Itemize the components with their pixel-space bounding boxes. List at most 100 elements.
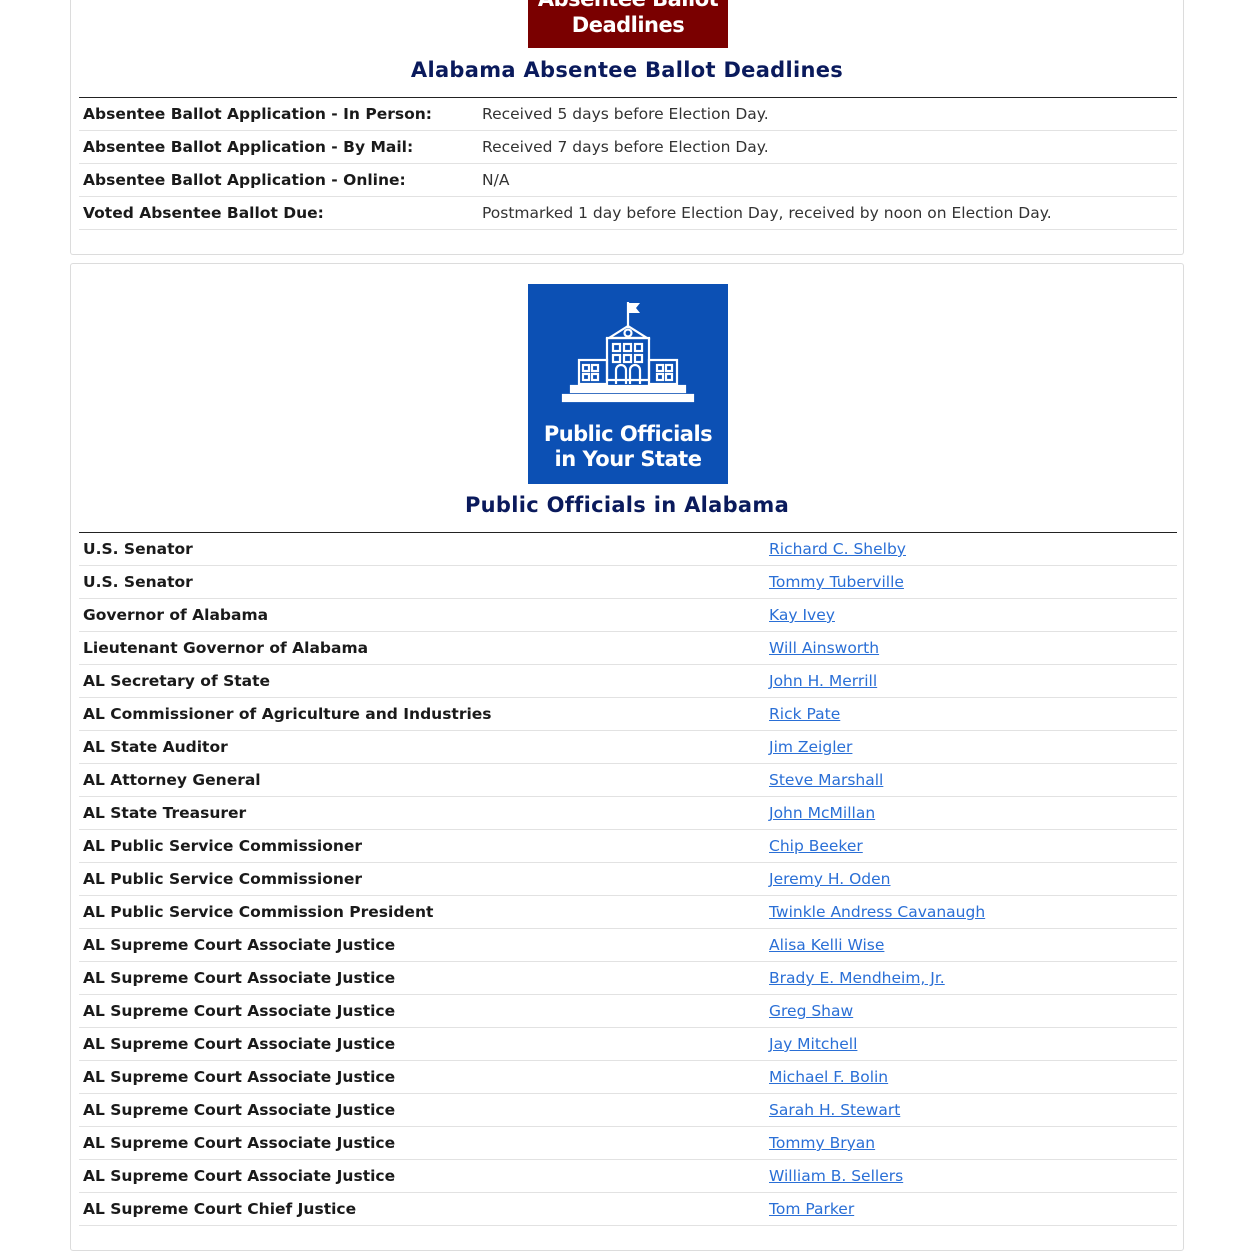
deadline-label: Absentee Ballot Application - By Mail:	[79, 130, 478, 164]
office-title: AL Public Service Commissioner	[79, 862, 765, 896]
office-title: AL Supreme Court Associate Justice	[79, 928, 765, 962]
official-name-link[interactable]: Alisa Kelli Wise	[769, 936, 884, 954]
official-name-cell: Jay Mitchell	[765, 1027, 1177, 1061]
public-officials-banner-image: Public Officials in Your State	[528, 284, 728, 484]
official-name-link[interactable]: Brady E. Mendheim, Jr.	[769, 969, 945, 987]
official-name-cell: Tommy Tuberville	[765, 565, 1177, 599]
official-name-link[interactable]: Tommy Bryan	[769, 1134, 875, 1152]
official-name-cell: John McMillan	[765, 796, 1177, 830]
office-title: U.S. Senator	[79, 532, 765, 566]
official-name-link[interactable]: William B. Sellers	[769, 1167, 903, 1185]
office-title: AL Supreme Court Associate Justice	[79, 1060, 765, 1094]
official-name-link[interactable]: Richard C. Shelby	[769, 540, 906, 558]
table-row: Absentee Ballot Application - By Mail: Re…	[79, 130, 1177, 164]
official-name-link[interactable]: Jeremy H. Oden	[769, 870, 891, 888]
table-row: AL Supreme Court Associate Justice Brady …	[79, 961, 1177, 995]
deadline-label: Voted Absentee Ballot Due:	[79, 196, 478, 230]
table-row: AL Commissioner of Agriculture and Indus…	[79, 697, 1177, 731]
table-row: Governor of Alabama Kay Ivey	[79, 598, 1177, 632]
office-title: AL State Auditor	[79, 730, 765, 764]
table-row: AL Supreme Court Associate Justice Willia…	[79, 1159, 1177, 1193]
office-title: AL Supreme Court Chief Justice	[79, 1192, 765, 1226]
public-officials-card: Public Officials in Your State Public Of…	[70, 263, 1184, 1251]
table-row: AL Supreme Court Associate Justice Michae…	[79, 1060, 1177, 1094]
table-row: U.S. Senator Tommy Tuberville	[79, 565, 1177, 599]
public-officials-table: U.S. Senator Richard C. Shelby U.S. Senato…	[79, 532, 1177, 1226]
table-row: AL State Treasurer John McMillan	[79, 796, 1177, 830]
official-name-cell: Greg Shaw	[765, 994, 1177, 1028]
official-name-link[interactable]: Will Ainsworth	[769, 639, 879, 657]
table-row: AL Attorney General Steve Marshall	[79, 763, 1177, 797]
official-name-link[interactable]: Greg Shaw	[769, 1002, 853, 1020]
official-name-cell: Michael F. Bolin	[765, 1060, 1177, 1094]
banner-line-1: Absentee Ballot	[538, 0, 719, 12]
deadline-value: Received 5 days before Election Day.	[478, 97, 1177, 131]
office-title: U.S. Senator	[79, 565, 765, 599]
absentee-deadlines-heading: Alabama Absentee Ballot Deadlines	[410, 58, 844, 82]
office-title: AL Attorney General	[79, 763, 765, 797]
government-building-icon	[561, 302, 695, 403]
deadline-label: Absentee Ballot Application - Online:	[79, 163, 478, 197]
banner-line-2: in Your State	[554, 447, 702, 471]
office-title: AL Supreme Court Associate Justice	[79, 1126, 765, 1160]
office-title: AL State Treasurer	[79, 796, 765, 830]
table-row: AL State Auditor Jim Zeigler	[79, 730, 1177, 764]
table-row: AL Public Service Commissioner Jeremy H. …	[79, 862, 1177, 896]
official-name-link[interactable]: Jim Zeigler	[769, 738, 852, 756]
office-title: AL Supreme Court Associate Justice	[79, 1159, 765, 1193]
official-name-cell: Sarah H. Stewart	[765, 1093, 1177, 1127]
official-name-link[interactable]: Chip Beeker	[769, 837, 863, 855]
table-row: Lieutenant Governor of Alabama Will Ainsw…	[79, 631, 1177, 665]
table-row: AL Supreme Court Chief Justice Tom Parker	[79, 1192, 1177, 1226]
official-name-link[interactable]: Michael F. Bolin	[769, 1068, 888, 1086]
official-name-cell: Jeremy H. Oden	[765, 862, 1177, 896]
official-name-cell: Rick Pate	[765, 697, 1177, 731]
official-name-link[interactable]: Sarah H. Stewart	[769, 1101, 900, 1119]
official-name-link[interactable]: Tom Parker	[769, 1200, 854, 1218]
deadline-value: N/A	[478, 163, 1177, 197]
office-title: AL Supreme Court Associate Justice	[79, 1093, 765, 1127]
office-title: AL Supreme Court Associate Justice	[79, 994, 765, 1028]
official-name-cell: Will Ainsworth	[765, 631, 1177, 665]
banner-line-1: Public Officials	[543, 422, 713, 446]
official-name-link[interactable]: Tommy Tuberville	[769, 573, 904, 591]
official-name-cell: John H. Merrill	[765, 664, 1177, 698]
table-row: AL Supreme Court Associate Justice Tommy …	[79, 1126, 1177, 1160]
public-officials-heading: Public Officials in Alabama	[464, 493, 790, 517]
official-name-link[interactable]: Steve Marshall	[769, 771, 883, 789]
official-name-cell: Brady E. Mendheim, Jr.	[765, 961, 1177, 995]
table-row: Absentee Ballot Application - In Person:…	[79, 97, 1177, 131]
official-name-link[interactable]: Jay Mitchell	[769, 1035, 857, 1053]
table-row: AL Public Service Commission President Tw…	[79, 895, 1177, 929]
office-title: Governor of Alabama	[79, 598, 765, 632]
official-name-cell: Steve Marshall	[765, 763, 1177, 797]
table-row: AL Supreme Court Associate Justice Jay Mi…	[79, 1027, 1177, 1061]
absentee-deadlines-banner-image: Absentee Ballot Deadlines	[528, 0, 728, 48]
office-title: AL Commissioner of Agriculture and Indus…	[79, 697, 765, 731]
official-name-link[interactable]: John H. Merrill	[769, 672, 877, 690]
office-title: AL Supreme Court Associate Justice	[79, 1027, 765, 1061]
table-row: AL Supreme Court Associate Justice Greg S…	[79, 994, 1177, 1028]
official-name-link[interactable]: Kay Ivey	[769, 606, 835, 624]
table-row: AL Supreme Court Associate Justice Sarah …	[79, 1093, 1177, 1127]
official-name-cell: Jim Zeigler	[765, 730, 1177, 764]
office-title: Lieutenant Governor of Alabama	[79, 631, 765, 665]
absentee-deadlines-card: Absentee Ballot Deadlines Alabama Absent…	[70, 0, 1184, 255]
banner-line-2: Deadlines	[571, 13, 685, 37]
deadline-value: Postmarked 1 day before Election Day, re…	[478, 196, 1177, 230]
official-name-cell: William B. Sellers	[765, 1159, 1177, 1193]
office-title: AL Secretary of State	[79, 664, 765, 698]
official-name-link[interactable]: John McMillan	[769, 804, 875, 822]
office-title: AL Supreme Court Associate Justice	[79, 961, 765, 995]
official-name-link[interactable]: Rick Pate	[769, 705, 840, 723]
official-name-cell: Twinkle Andress Cavanaugh	[765, 895, 1177, 929]
table-row: Voted Absentee Ballot Due: Postmarked 1 d…	[79, 196, 1177, 230]
table-row: AL Supreme Court Associate Justice Alisa …	[79, 928, 1177, 962]
table-row: U.S. Senator Richard C. Shelby	[79, 532, 1177, 566]
official-name-cell: Richard C. Shelby	[765, 532, 1177, 566]
deadline-label: Absentee Ballot Application - In Person:	[79, 97, 478, 131]
office-title: AL Public Service Commission President	[79, 895, 765, 929]
official-name-link[interactable]: Twinkle Andress Cavanaugh	[769, 903, 985, 921]
official-name-cell: Tom Parker	[765, 1192, 1177, 1226]
table-row: AL Secretary of State John H. Merrill	[79, 664, 1177, 698]
